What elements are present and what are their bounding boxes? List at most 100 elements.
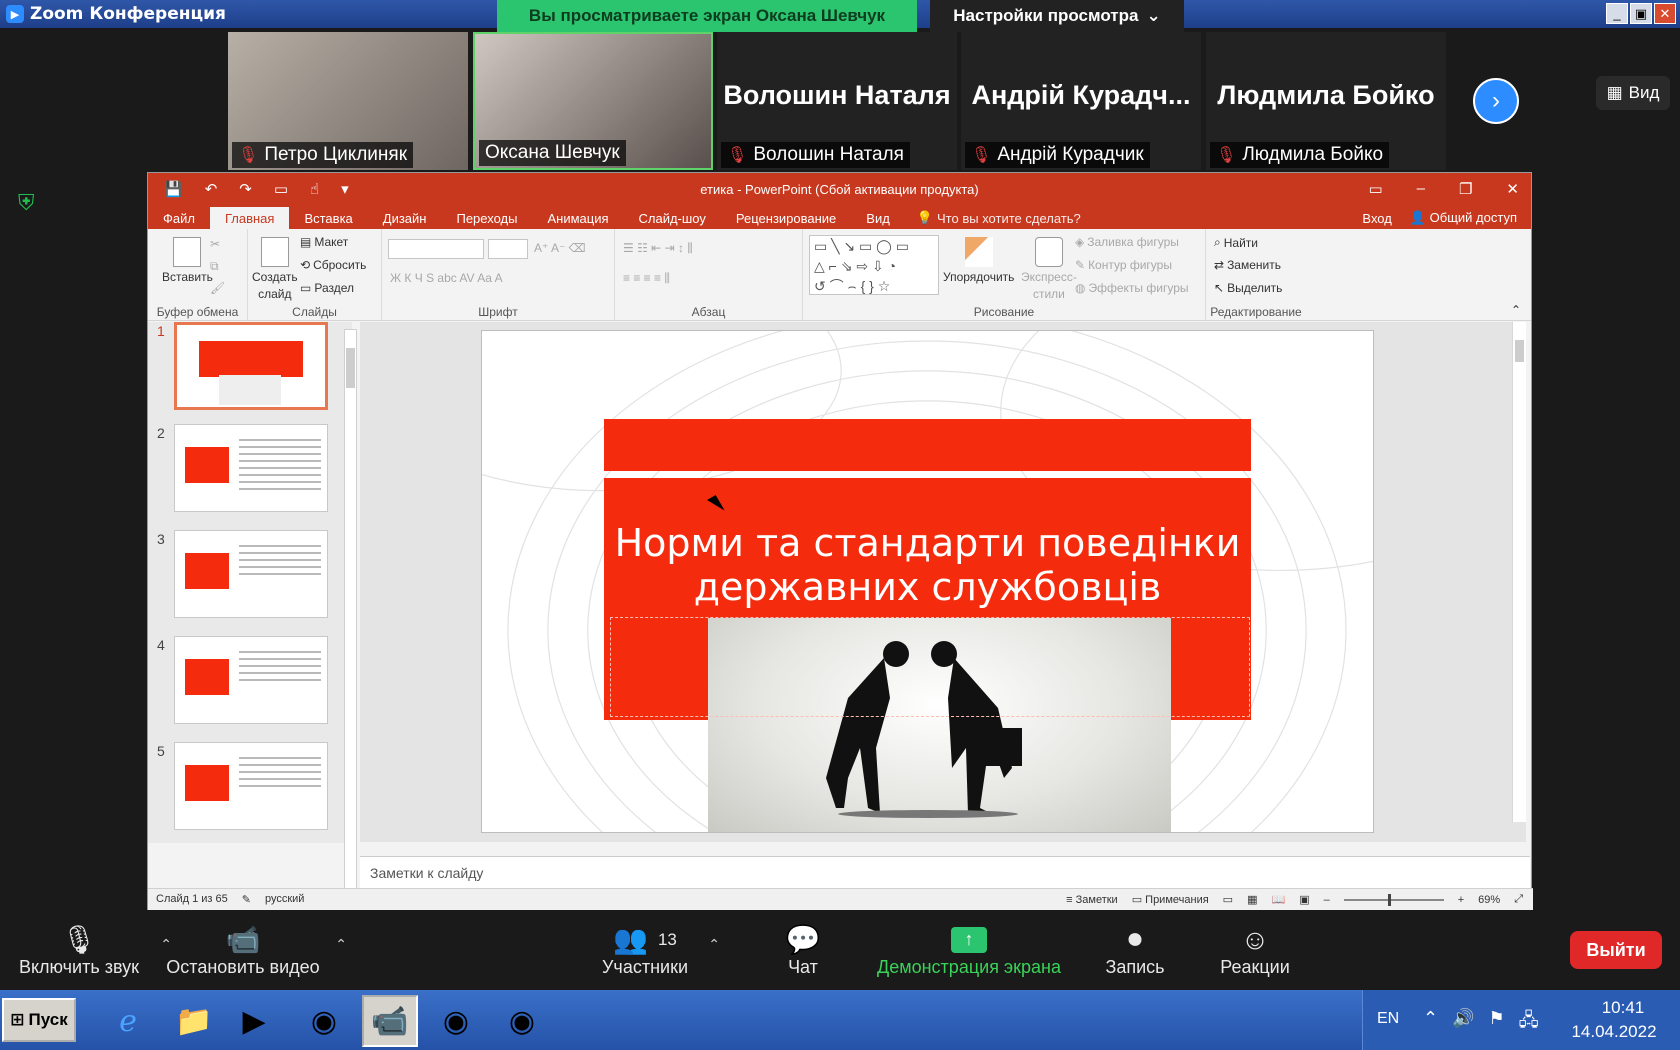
participant-tile[interactable]: Волошин Наталя 🎙 Волошин Наталя [717,32,957,170]
font-name-combo[interactable] [388,239,484,259]
customize-toolbar-icon[interactable]: ▾ [341,180,349,198]
section-button[interactable]: ▭ Раздел [300,281,354,295]
tab-home[interactable]: Главная [209,207,290,229]
participant-tile[interactable]: Андрій Курадч... 🎙 Андрій Курадчик [961,32,1201,170]
normal-view-icon[interactable]: ▭ [1223,893,1233,906]
sign-in-link[interactable]: Вход [1362,211,1391,226]
participant-tile[interactable]: 🎙 Петро Циклиняк [228,32,468,170]
volume-icon[interactable]: 🔊 [1452,1008,1474,1038]
tab-design[interactable]: Дизайн [368,207,442,229]
slide-thumbnail[interactable]: 3 [157,530,328,618]
reset-button[interactable]: ⟲ Сбросить [300,258,366,272]
tab-view[interactable]: Вид [851,207,905,229]
view-options-button[interactable]: Настройки просмотра ⌄ [930,0,1184,32]
share-button[interactable]: 👤 Общий доступ [1410,210,1517,226]
clock-date[interactable]: 14.04.2022 [1559,1022,1669,1042]
tab-file[interactable]: Файл [148,207,210,229]
show-hidden-icons-icon[interactable]: ⌃ [1423,1008,1438,1038]
participant-tile[interactable]: Людмила Бойко 🎙 Людмила Бойко [1206,32,1446,170]
quick-styles-button[interactable]: Экспресс- стили [1021,237,1077,301]
encryption-shield-icon[interactable]: ⛨ [18,190,42,216]
chrome-icon[interactable]: ◉ [296,995,352,1047]
language-indicator[interactable]: русский [265,893,304,906]
slideshow-view-icon[interactable]: ▣ [1299,893,1309,906]
redo-icon[interactable]: ↷ [239,180,252,198]
tab-insert[interactable]: Вставка [289,207,367,229]
ribbon-display-icon[interactable]: ▭ [1368,180,1382,198]
collapse-ribbon-icon[interactable]: ⌃ [1511,303,1521,317]
touch-mode-icon[interactable]: ☝ [310,180,319,198]
tab-review[interactable]: Рецензирование [721,207,851,229]
tab-animations[interactable]: Анимация [532,207,623,229]
minimize-button[interactable]: _ [1606,3,1628,24]
slide-thumbnail[interactable]: 5 [157,742,328,830]
participants-caret-icon[interactable]: ⌃ [708,936,720,953]
tell-me-search[interactable]: 💡 Что вы хотите сделать? [917,207,1081,229]
maximize-button[interactable]: ▣ [1630,3,1652,24]
scrollbar-thumb[interactable] [346,348,355,388]
zoom-out-icon[interactable]: – [1324,894,1330,906]
reading-view-icon[interactable]: 📖 [1271,893,1285,906]
zoom-taskbar-icon[interactable]: 📹 [362,995,418,1047]
save-icon[interactable]: 💾 [164,180,183,198]
unmute-button[interactable]: 🎙 Включить звук ⌃ [14,910,172,990]
scrollbar-thumb[interactable] [1515,340,1524,362]
shape-outline-button[interactable]: ✎ Контур фигуры [1075,258,1172,272]
comments-toggle[interactable]: ▭ Примечания [1132,893,1209,906]
view-button[interactable]: ▦ Вид [1596,76,1670,110]
shape-fill-button[interactable]: ◈ Заливка фигуры [1075,235,1179,249]
shapes-gallery[interactable]: ▭ ╲ ↘ ▭ ◯ ▭ △ ⌐ ⇘ ⇨ ⇩ ◔ ↺ ⌒ ⌢ { } ☆ [809,235,939,295]
zoom-slider[interactable] [1343,893,1444,906]
network-icon[interactable]: 🖧 [1519,1008,1539,1038]
replace-button[interactable]: ⇄ Заменить [1214,258,1281,272]
find-button[interactable]: ⌕ Найти [1214,235,1258,250]
slideshow-icon[interactable]: ▭ [274,180,288,198]
file-explorer-icon[interactable]: 📁 [166,995,222,1047]
new-slide-button[interactable]: Создать слайд [252,237,298,301]
participants-button[interactable]: 👥 13 Участники ⌃ [600,910,720,990]
tab-transitions[interactable]: Переходы [441,207,532,229]
clock-time[interactable]: 10:41 [1583,998,1663,1018]
list-icons[interactable]: ☰ ☷ ⇤ ⇥ ↕ ⫼ [623,241,693,256]
ppt-restore-button[interactable]: ❐ [1459,180,1472,198]
arrange-button[interactable]: Упорядочить [943,237,1014,284]
slide-thumbnail[interactable]: 1 [157,322,328,410]
action-center-flag-icon[interactable]: ⚑ [1489,1008,1505,1038]
font-format-icons[interactable]: Ж К Ч S abc AV Aa A [390,271,503,285]
zoom-level[interactable]: 69% [1478,894,1500,906]
font-size-combo[interactable] [488,239,528,259]
participant-tile-active-speaker[interactable]: Оксана Шевчук [473,32,713,170]
chat-button[interactable]: 💬 Чат [770,910,836,990]
thumbnail-scrollbar[interactable] [344,329,357,889]
chrome-profile-icon[interactable]: ◉ [428,995,484,1047]
notes-pane[interactable]: Заметки к слайду [360,856,1530,888]
internet-explorer-icon[interactable]: ℯ [100,995,156,1047]
shape-effects-button[interactable]: ◍ Эффекты фигуры [1075,281,1189,295]
tab-slideshow[interactable]: Слайд-шоу [624,207,721,229]
copy-icon[interactable]: ⧉ [210,259,219,274]
slide-title[interactable]: Норми та стандарти поведінки державних с… [604,521,1251,609]
align-icons[interactable]: ≡ ≡ ≡ ≡ ⫼ [623,271,670,286]
reactions-button[interactable]: ☺ Реакции [1212,910,1298,990]
format-painter-icon[interactable]: 🖌 [210,281,225,295]
notes-toggle[interactable]: ≡ Заметки [1066,894,1118,906]
start-button[interactable]: ⊞ Пуск [2,998,76,1042]
editor-scrollbar[interactable] [1512,322,1526,822]
chrome-icon[interactable]: ◉ [494,995,550,1047]
slide-thumbnail[interactable]: 2 [157,424,328,512]
select-button[interactable]: ↖ Выделить [1214,281,1282,295]
paste-button[interactable]: Вставить [162,237,213,284]
zoom-in-icon[interactable]: + [1458,894,1464,906]
media-player-icon[interactable]: ▶ [226,995,282,1047]
font-grow-icon[interactable]: A⁺ A⁻ ⌫ [534,241,586,255]
record-button[interactable]: ⏺ Запись [1098,910,1172,990]
leave-meeting-button[interactable]: Выйти [1570,931,1662,969]
close-button[interactable]: ✕ [1654,3,1676,24]
spellcheck-icon[interactable]: ✎ [242,893,251,906]
layout-button[interactable]: ▤ Макет [300,235,348,249]
keyboard-language[interactable]: EN [1377,1010,1399,1028]
ppt-close-button[interactable]: ✕ [1506,180,1519,198]
next-page-arrow-icon[interactable]: › [1473,78,1519,124]
fit-to-window-icon[interactable]: ⤢ [1514,893,1523,906]
slide-thumbnail[interactable]: 4 [157,636,328,724]
